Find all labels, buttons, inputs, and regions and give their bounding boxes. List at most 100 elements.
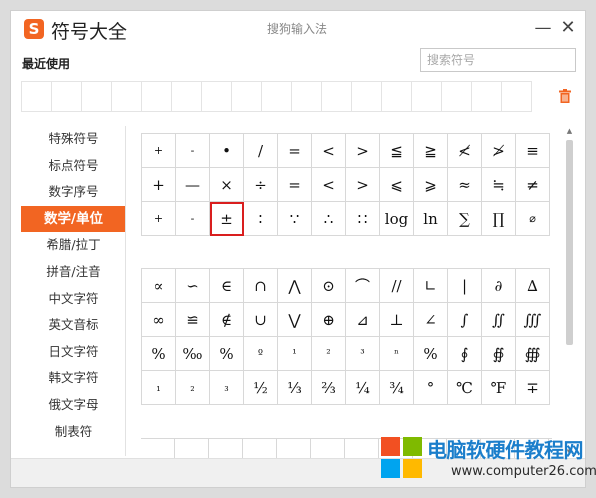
sidebar-item-8[interactable]: 日文字符 (21, 339, 126, 365)
symbol-cell-partial[interactable] (277, 439, 311, 459)
symbol-cell[interactable]: ln (414, 202, 448, 236)
symbol-cell-partial[interactable] (141, 439, 175, 459)
minimize-button[interactable]: — (531, 16, 555, 40)
symbol-cell[interactable]: ¹ (278, 337, 312, 371)
symbol-cell[interactable]: ∷ (346, 202, 380, 236)
recent-symbol-cell[interactable] (201, 81, 232, 112)
symbol-cell[interactable]: × (210, 168, 244, 202)
symbol-cell[interactable]: ∭ (516, 303, 550, 337)
symbol-cell[interactable]: ⁿ (380, 337, 414, 371)
recent-symbol-cell[interactable] (21, 81, 52, 112)
symbol-cell[interactable]: • (210, 134, 244, 168)
symbol-cell[interactable]: ¼ (346, 371, 380, 405)
symbol-cell[interactable]: ÷ (244, 168, 278, 202)
symbol-cell-partial[interactable] (311, 439, 345, 459)
symbol-cell[interactable]: ∞ (142, 303, 176, 337)
symbol-cell[interactable]: ¾ (380, 371, 414, 405)
close-button[interactable]: ✕ (556, 16, 580, 40)
symbol-cell[interactable]: ≒ (482, 168, 516, 202)
symbol-cell[interactable]: ≈ (448, 168, 482, 202)
symbol-cell[interactable]: + (142, 168, 176, 202)
symbol-cell-partial[interactable] (243, 439, 277, 459)
recent-symbol-cell[interactable] (291, 81, 322, 112)
sidebar-item-10[interactable]: 俄文字母 (21, 392, 126, 418)
symbol-cell[interactable]: ± (210, 202, 244, 236)
symbol-cell[interactable]: ≌ (176, 303, 210, 337)
sidebar-item-5[interactable]: 拼音/注音 (21, 259, 126, 285)
symbol-cell[interactable]: ∫ (448, 303, 482, 337)
symbol-cell[interactable]: ≧ (414, 134, 448, 168)
symbol-cell[interactable]: ℃ (448, 371, 482, 405)
recent-symbol-cell[interactable] (441, 81, 472, 112)
symbol-cell[interactable]: — (176, 168, 210, 202)
symbol-cell[interactable]: ₂ (176, 371, 210, 405)
symbol-cell[interactable]: ⊿ (346, 303, 380, 337)
symbol-cell[interactable]: ⌀ (516, 202, 550, 236)
symbol-cell[interactable]: ≡ (516, 134, 550, 168)
symbol-cell[interactable]: ∯ (482, 337, 516, 371)
recent-symbol-cell[interactable] (81, 81, 112, 112)
sidebar-item-0[interactable]: 特殊符号 (21, 126, 126, 152)
symbol-cell[interactable]: ‰ (176, 337, 210, 371)
symbol-cell[interactable]: ∪ (244, 303, 278, 337)
symbol-cell[interactable]: - (176, 134, 210, 168)
symbol-cell[interactable]: ∮ (448, 337, 482, 371)
symbol-cell[interactable]: + (142, 134, 176, 168)
symbol-cell-partial[interactable] (209, 439, 243, 459)
symbol-cell[interactable]: ∵ (278, 202, 312, 236)
sidebar-item-6[interactable]: 中文字符 (21, 286, 126, 312)
symbol-cell[interactable]: ≠ (516, 168, 550, 202)
symbol-cell[interactable]: ⩾ (414, 168, 448, 202)
recent-symbol-cell[interactable] (411, 81, 442, 112)
symbol-cell[interactable]: ∑ (448, 202, 482, 236)
sidebar-item-1[interactable]: 标点符号 (21, 153, 126, 179)
symbol-cell[interactable]: ₁ (142, 371, 176, 405)
symbol-cell[interactable]: ℉ (482, 371, 516, 405)
symbol-cell[interactable]: > (346, 134, 380, 168)
symbol-cell[interactable]: = (278, 134, 312, 168)
symbol-cell[interactable]: ∽ (176, 269, 210, 303)
symbol-cell[interactable]: ∝ (142, 269, 176, 303)
symbol-cell[interactable]: ∏ (482, 202, 516, 236)
recent-symbol-cell[interactable] (231, 81, 262, 112)
symbol-cell[interactable]: ⋁ (278, 303, 312, 337)
recent-symbol-cell[interactable] (171, 81, 202, 112)
symbol-cell[interactable]: ∴ (312, 202, 346, 236)
symbol-cell[interactable]: % (142, 337, 176, 371)
symbol-cell[interactable]: ∉ (210, 303, 244, 337)
symbol-cell-partial[interactable] (345, 439, 379, 459)
symbol-cell[interactable]: ² (312, 337, 346, 371)
search-input[interactable] (421, 49, 575, 71)
trash-icon[interactable] (559, 89, 571, 103)
scroll-thumb[interactable] (566, 140, 573, 345)
symbol-cell[interactable]: // (380, 269, 414, 303)
symbol-cell[interactable]: ∟ (414, 269, 448, 303)
symbol-cell[interactable]: ≯ (482, 134, 516, 168)
symbol-cell[interactable]: ∈ (210, 269, 244, 303)
scroll-up-icon[interactable]: ▲ (564, 126, 575, 137)
symbol-cell[interactable]: ³ (346, 337, 380, 371)
symbol-cell[interactable]: ⌒ (346, 269, 380, 303)
symbol-cell[interactable]: ∩ (244, 269, 278, 303)
symbol-cell[interactable]: ⊙ (312, 269, 346, 303)
recent-symbol-cell[interactable] (111, 81, 142, 112)
symbol-cell[interactable]: | (448, 269, 482, 303)
symbol-cell[interactable]: ⊥ (380, 303, 414, 337)
sidebar-item-3[interactable]: 数学/单位 (21, 205, 126, 232)
sidebar-item-4[interactable]: 希腊/拉丁 (21, 232, 126, 258)
symbol-cell[interactable]: < (312, 134, 346, 168)
symbol-cell[interactable]: ° (414, 371, 448, 405)
symbol-cell[interactable]: ⋀ (278, 269, 312, 303)
symbol-cell[interactable]: / (244, 134, 278, 168)
sidebar-item-11[interactable]: 制表符 (21, 419, 126, 445)
sidebar-item-9[interactable]: 韩文字符 (21, 365, 126, 391)
symbol-cell[interactable]: % (210, 337, 244, 371)
symbol-cell[interactable]: - (176, 202, 210, 236)
symbol-cell[interactable]: ∬ (482, 303, 516, 337)
symbol-cell-partial[interactable] (175, 439, 209, 459)
symbol-cell[interactable]: ∶ (244, 202, 278, 236)
recent-symbol-cell[interactable] (261, 81, 292, 112)
recent-symbol-cell[interactable] (471, 81, 502, 112)
recent-symbol-cell[interactable] (501, 81, 532, 112)
recent-symbol-cell[interactable] (321, 81, 352, 112)
